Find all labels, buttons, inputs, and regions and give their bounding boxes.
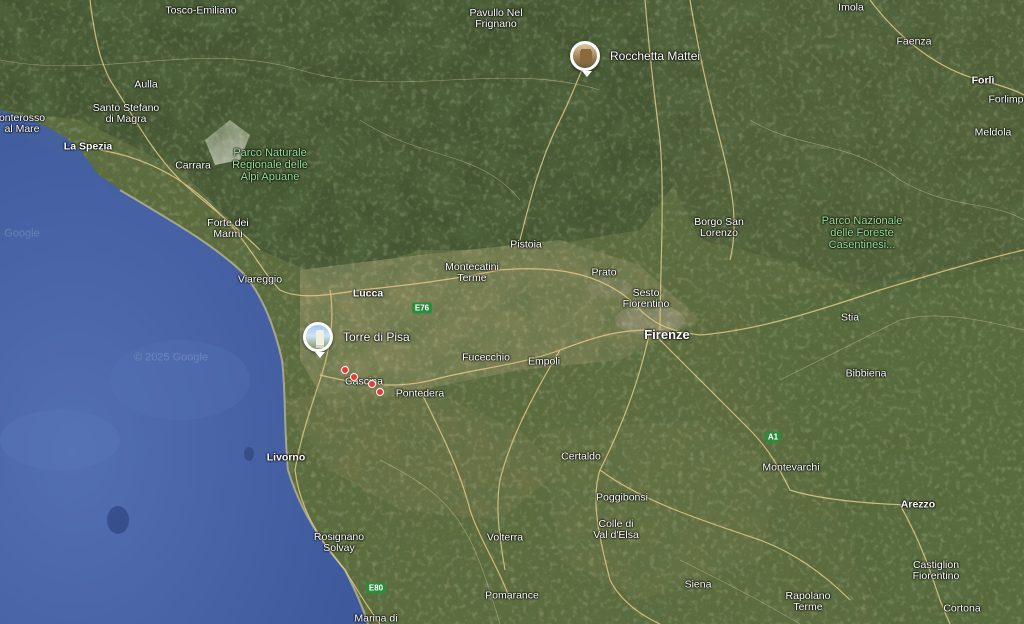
place-colle-di-val-delsa[interactable]: Colle di Val d'Elsa [593, 519, 639, 541]
place-siena[interactable]: Siena [685, 579, 712, 591]
park-alpi-apuane-label: Parco Naturale Regionale delle Alpi Apua… [232, 147, 308, 183]
place-stia[interactable]: Stia [841, 312, 859, 324]
route-dot [341, 366, 349, 374]
place-faenza[interactable]: Faenza [896, 36, 931, 48]
place-aulla[interactable]: Aulla [134, 79, 157, 91]
place-lucca[interactable]: Lucca [353, 288, 383, 300]
poi-torre-di-pisa-label: Torre di Pisa [343, 330, 410, 344]
place-cortona[interactable]: Cortona [943, 603, 980, 615]
place-rapolano-terme[interactable]: Rapolano Terme [786, 591, 831, 613]
place-empoli[interactable]: Empoli [528, 356, 560, 368]
route-dot [376, 388, 384, 396]
place-monterosso[interactable]: onterosso al Mare [0, 113, 45, 135]
road-shield-a1: A1 [764, 431, 782, 443]
place-viareggio[interactable]: Viareggio [238, 274, 282, 286]
place-prato[interactable]: Prato [591, 267, 616, 279]
road-shield-e80: E80 [365, 582, 387, 594]
park-casentinesi-label: Parco Nazionale delle Foreste Casentines… [821, 215, 903, 251]
place-montevarchi[interactable]: Montevarchi [762, 462, 819, 474]
tower-icon [303, 322, 333, 352]
place-pomarance[interactable]: Pomarance [485, 590, 539, 602]
place-volterra[interactable]: Volterra [487, 532, 523, 544]
place-forte-dei-marmi[interactable]: Forte dei Marmi [207, 218, 248, 240]
place-pontedera[interactable]: Pontedera [396, 388, 444, 400]
road-shield-e76: E76 [411, 302, 433, 314]
place-forlimpopoli[interactable]: Forlimp [988, 94, 1023, 106]
place-arezzo[interactable]: Arezzo [901, 499, 935, 511]
place-castiglion-fiorentino[interactable]: Castiglion Fiorentino [913, 560, 960, 582]
place-la-spezia[interactable]: La Spezia [64, 141, 112, 153]
castle-icon [570, 41, 600, 71]
pin-tail [315, 352, 325, 358]
poi-torre-di-pisa[interactable]: Torre di Pisa [303, 322, 410, 358]
place-bibbiena[interactable]: Bibbiena [846, 368, 887, 380]
place-imola[interactable]: Imola [838, 2, 864, 14]
google-watermark: Google [4, 227, 40, 240]
poi-rocchetta-mattei[interactable]: Rocchetta Mattei [570, 41, 701, 77]
place-santo-stefano[interactable]: Santo Stefano di Magra [93, 103, 160, 125]
pin-tail [582, 71, 592, 77]
place-poggibonsi[interactable]: Poggibonsi [596, 492, 648, 504]
place-montecatini[interactable]: Montecatini Terme [445, 262, 499, 284]
place-firenze[interactable]: Firenze [644, 328, 690, 342]
place-borgo-san-lorenzo[interactable]: Borgo San Lorenzo [694, 217, 744, 239]
place-fucecchio[interactable]: Fucecchio [462, 352, 510, 364]
place-meldola[interactable]: Meldola [975, 127, 1012, 139]
poi-rocchetta-mattei-label: Rocchetta Mattei [610, 49, 701, 63]
map-canvas[interactable]: Google © 2025 Google Parco Naturale Regi… [0, 0, 1024, 624]
place-livorno[interactable]: Livorno [267, 452, 306, 464]
place-sesto-fiorentino[interactable]: Sesto Fiorentino [623, 288, 670, 310]
place-tosco-emiliano: Tosco-Emiliano [165, 4, 237, 17]
place-forli[interactable]: Forlì [972, 75, 995, 87]
place-marina-di[interactable]: Marina di [354, 613, 397, 624]
place-rosignano[interactable]: Rosignano Solvay [314, 532, 364, 554]
satellite-terrain [0, 0, 1024, 624]
place-pistoia[interactable]: Pistoia [510, 239, 542, 251]
route-dot [368, 380, 376, 388]
copyright-watermark: © 2025 Google [133, 351, 209, 364]
place-pavullo[interactable]: Pavullo Nel Frignano [469, 8, 522, 30]
route-dot [350, 373, 358, 381]
place-certaldo[interactable]: Certaldo [561, 451, 601, 463]
place-carrara[interactable]: Carrara [175, 160, 211, 172]
